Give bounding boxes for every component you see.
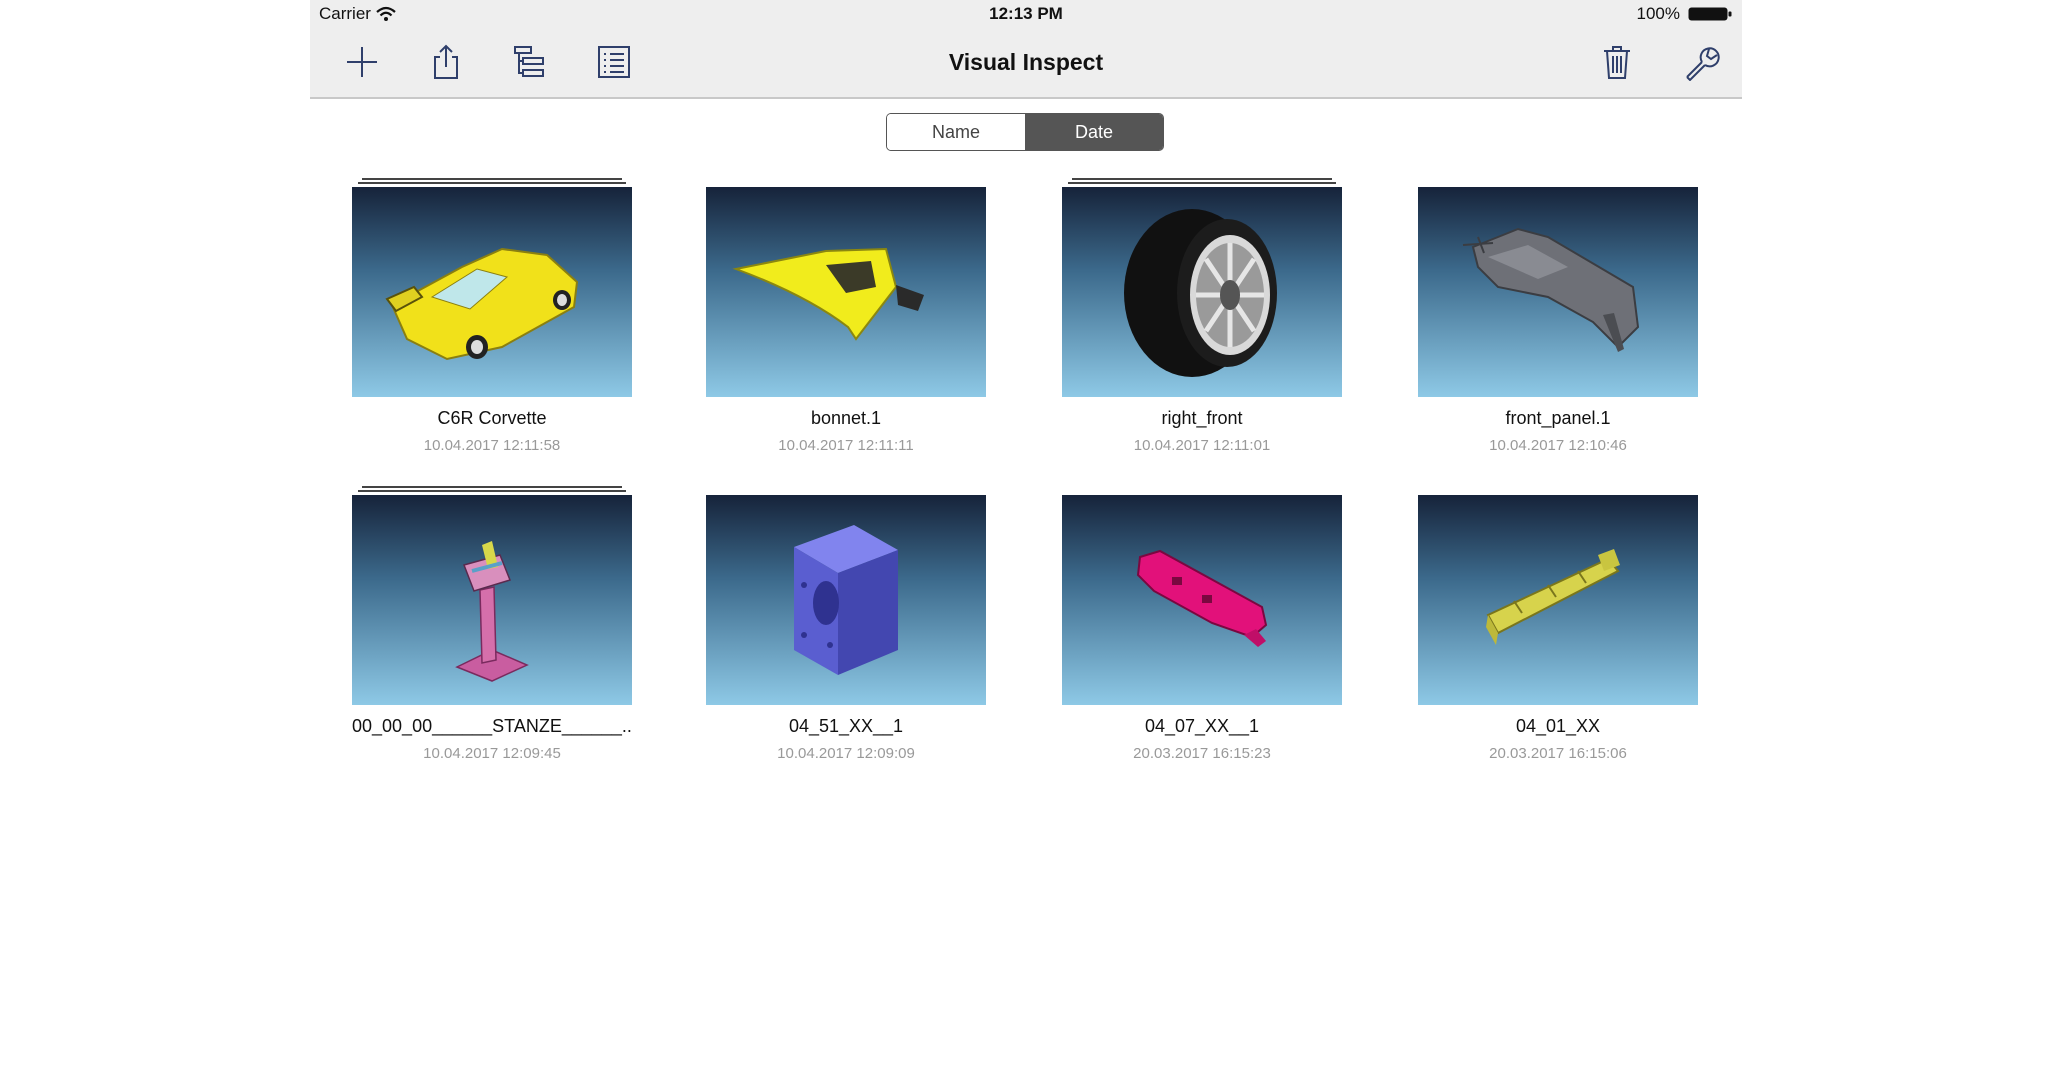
file-thumbnail — [1062, 187, 1342, 397]
file-name: front_panel.1 — [1505, 408, 1611, 428]
battery-icon — [1688, 7, 1732, 21]
sort-segmented-control: Name Date — [886, 113, 1164, 151]
file-name: 04_51_XX__1 — [788, 716, 904, 736]
file-name: right_front — [1161, 408, 1243, 428]
stack-indicator — [1072, 178, 1332, 180]
car-model-preview — [385, 247, 579, 361]
bonnet-model-preview — [732, 247, 924, 341]
file-thumbnail — [1418, 495, 1698, 705]
file-thumbnail — [706, 187, 986, 397]
stack-indicator — [362, 178, 622, 180]
rail-model-preview — [1486, 549, 1620, 645]
delete-button[interactable] — [1595, 40, 1639, 84]
file-name: 04_07_XX__1 — [1144, 716, 1260, 736]
settings-button[interactable] — [1680, 40, 1724, 84]
file-thumbnail — [706, 495, 986, 705]
stack-indicator — [362, 486, 622, 488]
file-date: 20.03.2017 16:15:06 — [1489, 745, 1627, 762]
file-date: 10.04.2017 12:11:58 — [423, 437, 561, 454]
stanze-model-preview — [455, 541, 529, 682]
trash-icon — [1604, 46, 1630, 79]
battery-percentage: 100% — [1636, 4, 1680, 23]
file-date: 10.04.2017 12:09:09 — [777, 745, 915, 762]
file-name: C6R Corvette — [437, 408, 547, 428]
file-date: 10.04.2017 12:10:46 — [1489, 437, 1627, 454]
sort-by-name-button[interactable]: Name — [887, 114, 1025, 150]
file-date: 10.04.2017 12:09:45 — [423, 745, 561, 762]
file-name: bonnet.1 — [810, 408, 882, 428]
navigation-bar: Carrier 12:13 PM 100% Visual Inspect — [310, 0, 1742, 99]
file-date: 20.03.2017 16:15:23 — [1133, 745, 1271, 762]
stack-indicator — [358, 182, 626, 184]
wheel-model-preview — [1124, 209, 1277, 377]
file-thumbnail — [1418, 187, 1698, 397]
stack-indicator — [1068, 182, 1336, 184]
file-name: 00_00_00______STANZE______... — [352, 716, 632, 736]
sort-by-date-button[interactable]: Date — [1025, 114, 1163, 150]
status-time: 12:13 PM — [989, 4, 1063, 23]
file-date: 10.04.2017 12:11:11 — [778, 437, 914, 454]
block-model-preview — [794, 525, 898, 675]
file-thumbnail — [1062, 495, 1342, 705]
bracket-model-preview — [1136, 549, 1268, 647]
file-thumbnail — [352, 495, 632, 705]
app-window: Carrier 12:13 PM 100% Visual Inspect Nam… — [310, 0, 1742, 1072]
file-name: 04_01_XX — [1515, 716, 1601, 736]
stack-indicator — [358, 490, 626, 492]
page-title: Visual Inspect — [948, 49, 1104, 75]
front-panel-model-preview — [1462, 227, 1640, 352]
file-thumbnail — [352, 187, 632, 397]
wrench-icon — [1686, 47, 1720, 81]
file-date: 10.04.2017 12:11:01 — [1133, 437, 1271, 454]
